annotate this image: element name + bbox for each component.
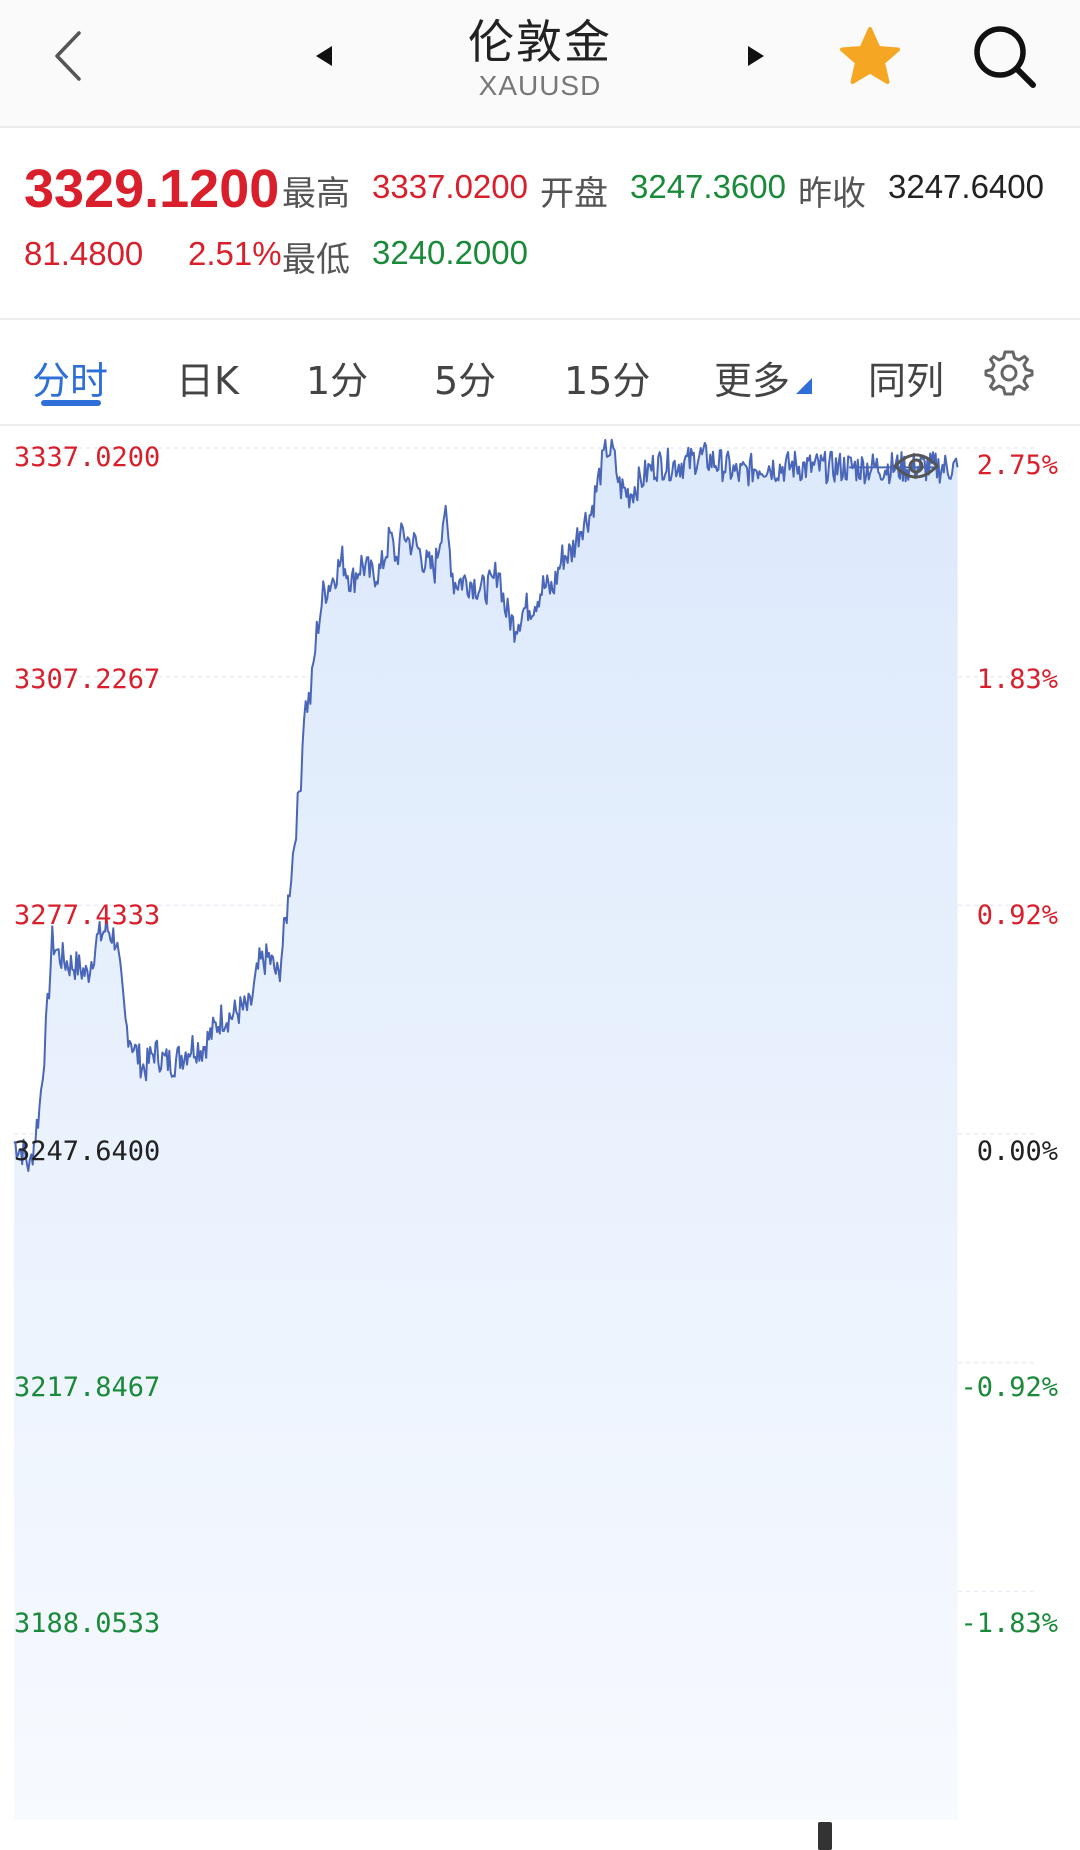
star-icon <box>840 27 900 84</box>
y-tick-left: 3247.6400 <box>14 1136 161 1167</box>
page-title: 伦敦金 <box>468 15 612 69</box>
eye-icon <box>892 453 940 479</box>
top-nav-bar: 伦敦金 XAUUSD <box>0 0 1080 128</box>
tab-15min[interactable]: 15分 <box>564 350 650 405</box>
active-tab-indicator <box>41 400 101 406</box>
y-tick-left: 3337.0200 <box>14 442 161 473</box>
last-price: 3329.1200 <box>24 159 280 219</box>
intraday-chart[interactable]: 3337.0200 3307.2267 3277.4333 3247.6400 … <box>0 428 1080 1850</box>
change-value: 81.4800 <box>24 235 144 272</box>
previous-symbol-button[interactable] <box>304 36 344 76</box>
gear-icon <box>984 350 1034 396</box>
tab-daily-k[interactable]: 日K <box>176 350 239 405</box>
price-chart-svg <box>13 438 1034 1821</box>
low-label: 最低 <box>282 240 350 280</box>
symbol-title: 伦敦金 XAUUSD <box>340 0 740 128</box>
tab-1min[interactable]: 1分 <box>306 350 368 405</box>
chart-scroll-handle[interactable] <box>818 1822 832 1850</box>
y-tick-right: 0.00% <box>976 1136 1058 1167</box>
triangle-left-icon <box>316 46 332 66</box>
y-tick-right: 0.92% <box>976 900 1058 931</box>
tab-5min[interactable]: 5分 <box>434 350 496 405</box>
quote-panel: 3329.1200 最高 3337.0200 开盘 3247.3600 昨收 3… <box>0 130 1080 320</box>
y-tick-left: 3277.4333 <box>14 900 161 931</box>
high-label: 最高 <box>282 174 350 214</box>
high-value: 3337.0200 <box>372 168 528 205</box>
triangle-right-icon <box>748 46 764 66</box>
period-tabs: 分时 日K 1分 5分 15分 更多 同列 <box>0 320 1080 426</box>
search-button[interactable] <box>970 22 1040 92</box>
y-tick-left: 3307.2267 <box>14 664 161 695</box>
y-tick-right: -0.92% <box>960 1372 1058 1403</box>
tab-compare[interactable]: 同列 <box>868 350 944 405</box>
chevron-left-icon <box>55 31 81 81</box>
symbol-code: XAUUSD <box>478 70 602 101</box>
back-button[interactable] <box>38 24 98 88</box>
y-tick-right: -1.83% <box>960 1608 1058 1639</box>
tab-intraday[interactable]: 分时 <box>32 350 108 405</box>
open-value: 3247.3600 <box>630 168 786 205</box>
y-tick-right: 2.75% <box>976 450 1058 481</box>
y-tick-right: 1.83% <box>976 664 1058 695</box>
change-percent: 2.51% <box>188 235 282 272</box>
search-icon <box>974 26 1036 88</box>
prev-close-value: 3247.6400 <box>888 168 1044 205</box>
chart-settings-button[interactable] <box>984 348 1034 398</box>
y-tick-left: 3188.0533 <box>14 1608 161 1639</box>
toggle-view-button[interactable] <box>892 448 940 484</box>
prev-close-label: 昨收 <box>798 174 866 214</box>
favorite-button[interactable] <box>836 24 904 92</box>
next-symbol-button[interactable] <box>736 36 776 76</box>
open-label: 开盘 <box>540 174 608 214</box>
low-value: 3240.2000 <box>372 234 528 271</box>
y-tick-left: 3217.8467 <box>14 1372 161 1403</box>
more-dropdown-indicator <box>796 378 812 394</box>
tab-more[interactable]: 更多 <box>714 350 790 405</box>
